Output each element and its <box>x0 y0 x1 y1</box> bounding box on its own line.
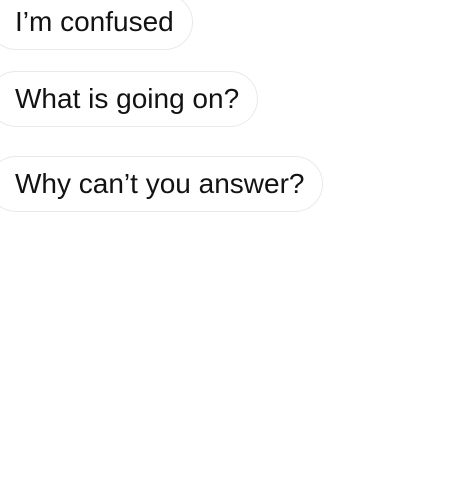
suggestion-panel: I’m confused What is going on? Why can’t… <box>0 0 473 500</box>
suggestion-chip-im-confused[interactable]: I’m confused <box>0 0 193 50</box>
suggestion-chip-why-cant-you-answer[interactable]: Why can’t you answer? <box>0 156 324 212</box>
suggestion-chip-what-is-going-on[interactable]: What is going on? <box>0 71 259 127</box>
